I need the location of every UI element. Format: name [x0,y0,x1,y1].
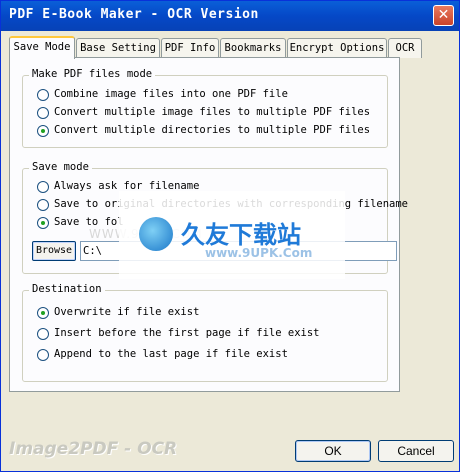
radio-label: Convert multiple directories to multiple… [54,124,371,136]
radio-button[interactable] [37,328,49,340]
tab-save-mode[interactable]: Save Mode [9,36,75,59]
close-icon: ✕ [437,7,450,23]
destination-group: Destination Overwrite if file exist Inse… [22,283,388,382]
radio-button[interactable] [37,349,49,361]
save-mode-legend: Save mode [29,161,92,173]
tab-ocr[interactable]: OCR [388,38,422,58]
tab-encrypt-options[interactable]: Encrypt Options [287,38,387,58]
make-mode-legend: Make PDF files mode [29,68,156,80]
tab-bookmarks[interactable]: Bookmarks [220,38,286,58]
radio-button[interactable] [37,181,49,193]
tab-base-setting[interactable]: Base Setting [76,38,160,58]
radio-label: Convert multiple image files to multiple… [54,106,371,118]
radio-label: Append to the last page if file exist [54,348,288,360]
radio-button-selected[interactable] [37,217,49,229]
radio-label: Insert before the first page if file exi… [54,327,320,339]
make-mode-group: Make PDF files mode Combine image files … [22,68,388,148]
radio-button-selected[interactable] [37,307,49,319]
radio-button[interactable] [37,199,49,211]
window-title: PDF E-Book Maker - OCR Version [9,7,259,22]
app-window: PDF E-Book Maker - OCR Version ✕ Save Mo… [0,0,460,472]
destination-legend: Destination [29,283,105,295]
watermark-overlay: 久友下载站 www.9UPK.Com [119,191,345,279]
browse-button[interactable]: Browse [32,241,76,261]
radio-button[interactable] [37,107,49,119]
tab-pdf-info[interactable]: PDF Info [161,38,219,58]
title-bar[interactable]: PDF E-Book Maker - OCR Version ✕ [1,1,459,31]
ok-button[interactable]: OK [295,440,371,462]
watermark-url: www.9UPK.Com [205,246,313,260]
radio-button[interactable] [37,89,49,101]
radio-label: Overwrite if file exist [54,306,200,318]
brand-label: Image2PDF - OCR [9,439,178,459]
globe-icon [139,217,173,251]
close-button[interactable]: ✕ [433,5,454,26]
cancel-button[interactable]: Cancel [378,440,454,462]
watermark-text: 久友下载站 [181,221,301,249]
radio-label: Combine image files into one PDF file [54,88,288,100]
radio-button-selected[interactable] [37,125,49,137]
